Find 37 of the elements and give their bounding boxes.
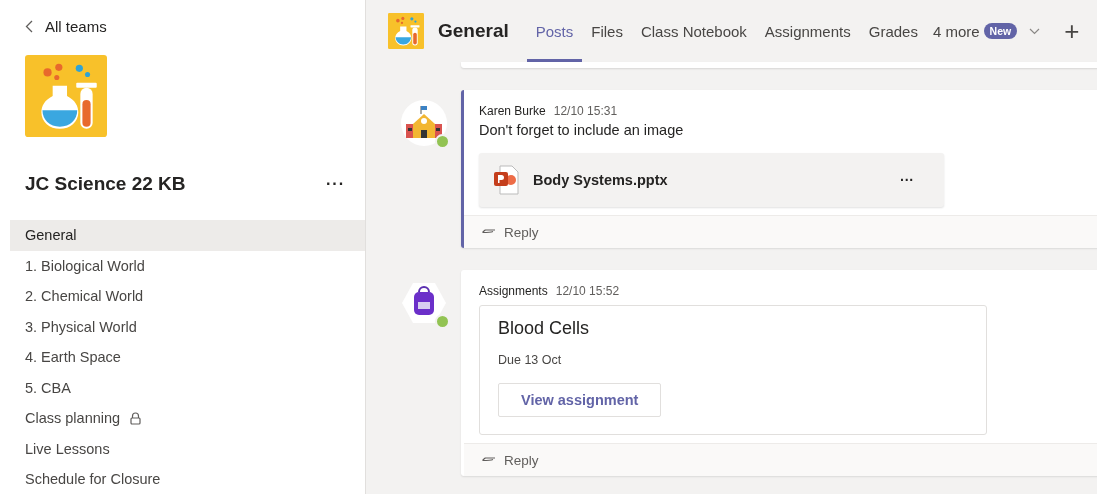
author-name: Assignments [479, 284, 548, 298]
view-assignment-button[interactable]: View assignment [498, 383, 662, 417]
tab[interactable]: Class Notebook [631, 0, 756, 62]
message-card: Karen Burke 12/10 15:31 Don't forget to include an image Body Systems.pptx ··· Reply [461, 90, 1097, 248]
assignment-title: Blood Cells [498, 318, 591, 339]
chevron-down-icon [1029, 27, 1041, 35]
more-options-button[interactable]: ··· [326, 175, 345, 193]
school-avatar [401, 100, 447, 146]
channel-item[interactable]: 5. CBA [10, 372, 365, 403]
new-badge: New [983, 23, 1018, 39]
more-options-button[interactable]: ··· [894, 171, 920, 189]
file-name: Body Systems.pptx [533, 172, 669, 188]
timestamp: 12/10 15:52 [555, 284, 620, 298]
due-date: Due 13 Oct [498, 353, 563, 367]
backpack-avatar [401, 280, 447, 326]
back-link[interactable]: All teams [25, 16, 107, 37]
more-tabs-button[interactable]: 4 more New [926, 22, 1047, 40]
channel-name: General [438, 20, 509, 42]
channel-item[interactable]: Live Lessons [10, 433, 365, 464]
author-name: Karen Burke [479, 104, 546, 118]
channel-item[interactable]: General [10, 220, 365, 251]
channel-item[interactable]: 2. Chemical World [10, 281, 365, 312]
channel-item[interactable]: Schedule for Closure [10, 464, 365, 494]
back-chevron-icon [25, 20, 33, 33]
channel-item[interactable]: 1. Biological World [10, 250, 365, 281]
tab[interactable]: Grades [859, 0, 927, 62]
tab[interactable]: Files [582, 0, 632, 62]
timestamp: 12/10 15:31 [553, 104, 618, 118]
tab[interactable]: Assignments [755, 0, 860, 62]
team-name: JC Science 22 KB [25, 173, 186, 195]
powerpoint-file-icon [493, 165, 519, 195]
channel-item[interactable]: 3. Physical World [10, 311, 365, 342]
channel-logo [388, 13, 424, 49]
file-attachment[interactable]: Body Systems.pptx ··· [479, 153, 944, 207]
channel-item[interactable]: Class planning [10, 403, 365, 434]
add-tab-button[interactable]: + [1060, 18, 1084, 44]
channel-item[interactable]: 4. Earth Space [10, 342, 365, 373]
